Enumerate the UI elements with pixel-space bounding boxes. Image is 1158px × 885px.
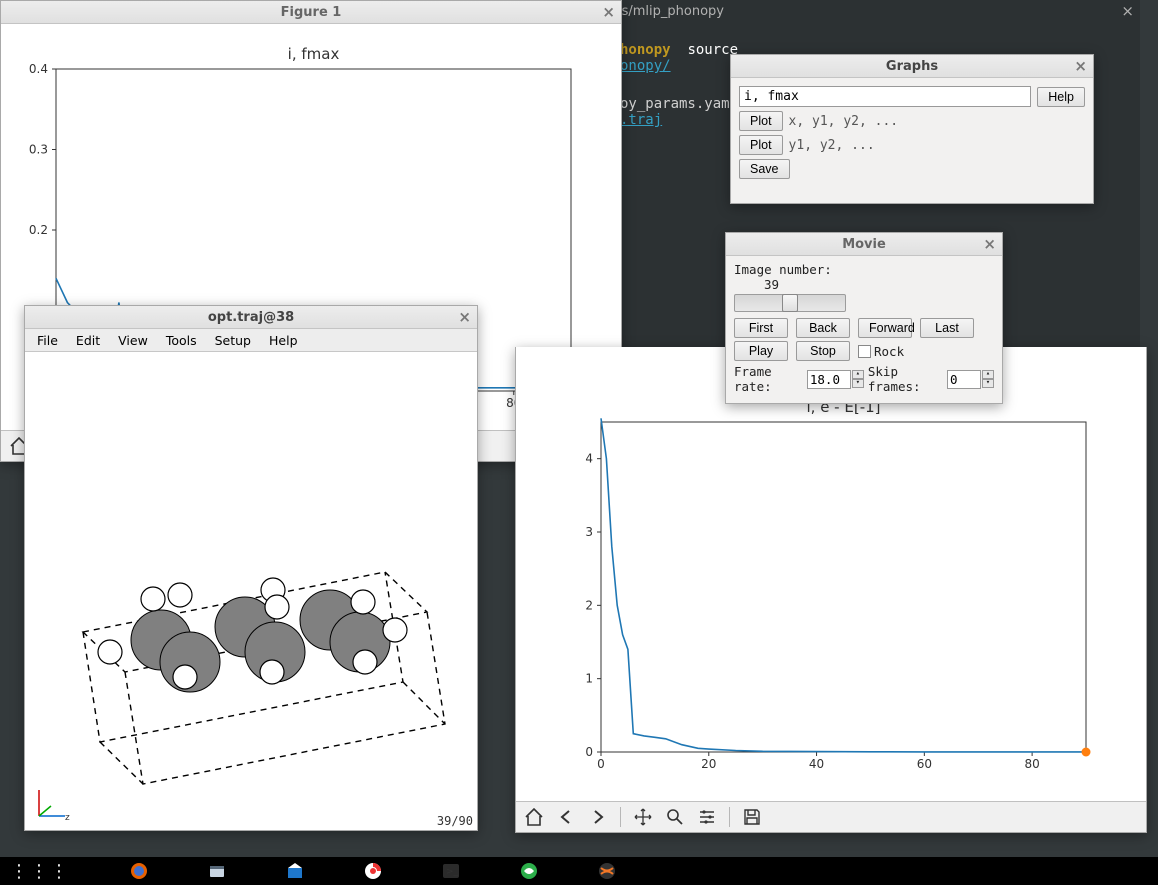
close-icon[interactable]: ×	[983, 235, 996, 253]
configure-icon[interactable]	[697, 807, 717, 827]
svg-text:0.2: 0.2	[29, 223, 48, 237]
menu-tools[interactable]: Tools	[158, 331, 205, 350]
svg-text:2: 2	[585, 598, 593, 612]
skip-frames-label: Skip frames:	[868, 364, 943, 394]
svg-text:1: 1	[585, 672, 593, 686]
save-button[interactable]: Save	[739, 159, 790, 179]
play-button[interactable]: Play	[734, 341, 788, 361]
firefox-icon[interactable]	[130, 862, 148, 880]
svg-text:>_: >_	[446, 867, 459, 877]
figure1-title: Figure 1	[281, 5, 342, 20]
last-button[interactable]: Last	[920, 318, 974, 338]
svg-text:60: 60	[917, 757, 932, 771]
hint-text: y1, y2, ...	[789, 138, 875, 153]
plot-y-button[interactable]: Plot	[739, 135, 783, 155]
zoom-icon[interactable]	[665, 807, 685, 827]
jupyter-icon[interactable]	[598, 862, 616, 880]
svg-text:20: 20	[701, 757, 716, 771]
help-button[interactable]: Help	[1037, 87, 1085, 107]
svg-text:z: z	[65, 813, 70, 823]
first-button[interactable]: First	[734, 318, 788, 338]
movie-titlebar[interactable]: Movie ×	[726, 233, 1002, 256]
frame-rate-label: Frame rate:	[734, 364, 803, 394]
svg-text:4: 4	[585, 452, 593, 466]
back-button[interactable]: Back	[796, 318, 850, 338]
forward-button[interactable]: Forward	[858, 318, 912, 338]
svg-text:3: 3	[585, 525, 593, 539]
figure1-titlebar[interactable]: Figure 1 ×	[1, 1, 621, 24]
figure2-plot: i, e - E[-1]01234020406080	[516, 347, 1146, 802]
image-slider[interactable]	[734, 294, 846, 312]
skip-frames-spin[interactable]: ▴▾	[947, 370, 994, 389]
separator	[620, 807, 621, 827]
close-icon[interactable]: ×	[1074, 57, 1087, 75]
menu-edit[interactable]: Edit	[68, 331, 108, 350]
menu-setup[interactable]: Setup	[207, 331, 259, 350]
save-icon[interactable]	[742, 807, 762, 827]
close-icon[interactable]: ×	[602, 3, 615, 21]
close-icon[interactable]: ×	[458, 308, 471, 326]
movie-title: Movie	[842, 237, 886, 252]
help-icon[interactable]	[364, 862, 382, 880]
rock-label: Rock	[874, 344, 904, 359]
asegui-menubar: File Edit View Tools Setup Help	[25, 329, 477, 352]
structure-view	[25, 352, 477, 830]
files-icon[interactable]	[208, 862, 226, 880]
svg-text:i, fmax: i, fmax	[288, 45, 340, 63]
graphs-window: Graphs × Help Plot x, y1, y2, ... Plot y…	[730, 54, 1094, 204]
chart-energy: i, e - E[-1]01234020406080	[516, 347, 1146, 802]
store-icon[interactable]	[286, 862, 304, 880]
svg-text:0.3: 0.3	[29, 143, 48, 157]
terminal-link[interactable]: .traj	[620, 112, 662, 128]
terminal-link[interactable]: onopy/	[620, 58, 671, 74]
menu-help[interactable]: Help	[261, 331, 306, 350]
asegui-canvas[interactable]: z 39/90	[25, 352, 477, 830]
pan-icon[interactable]	[633, 807, 653, 827]
mpl-toolbar	[516, 801, 1146, 832]
frame-counter: 39/90	[437, 814, 473, 828]
separator	[729, 807, 730, 827]
hint-text: x, y1, y2, ...	[789, 114, 899, 129]
graphs-expression-input[interactable]	[739, 86, 1031, 107]
remote-icon[interactable]	[520, 862, 538, 880]
axes-icon: z	[31, 784, 71, 824]
figure2-window: × i, e - E[-1]01234020406080	[515, 347, 1147, 833]
plot-xy-button[interactable]: Plot	[739, 111, 783, 131]
frame-rate-spin[interactable]: ▴▾	[807, 370, 864, 389]
menu-view[interactable]: View	[110, 331, 156, 350]
terminal-icon[interactable]: >_	[442, 862, 460, 880]
asegui-titlebar[interactable]: opt.traj@38 ×	[25, 306, 477, 329]
back-icon[interactable]	[556, 807, 576, 827]
svg-text:80: 80	[1024, 757, 1039, 771]
taskbar[interactable]: ⋮⋮⋮ >_	[0, 857, 1158, 885]
svg-text:0: 0	[597, 757, 605, 771]
apps-icon[interactable]: ⋮⋮⋮	[10, 861, 70, 882]
terminal-titlebar[interactable]: -tutorials/mlip_phonopy ×	[560, 0, 1140, 22]
forward-icon[interactable]	[588, 807, 608, 827]
svg-text:40: 40	[809, 757, 824, 771]
image-number-value: 39	[734, 277, 994, 292]
asegui-title: opt.traj@38	[208, 310, 294, 325]
graphs-titlebar[interactable]: Graphs ×	[731, 55, 1093, 78]
asegui-window: opt.traj@38 × File Edit View Tools Setup…	[24, 305, 478, 831]
svg-text:0: 0	[585, 745, 593, 759]
graphs-title: Graphs	[886, 59, 938, 74]
close-icon[interactable]: ×	[1121, 2, 1134, 20]
stop-button[interactable]: Stop	[796, 341, 850, 361]
menu-file[interactable]: File	[29, 331, 66, 350]
rock-checkbox[interactable]	[858, 345, 871, 358]
svg-text:0.4: 0.4	[29, 62, 48, 76]
movie-window: Movie × Image number: 39 First Back Forw…	[725, 232, 1003, 404]
home-icon[interactable]	[524, 807, 544, 827]
image-number-label: Image number:	[734, 262, 994, 277]
